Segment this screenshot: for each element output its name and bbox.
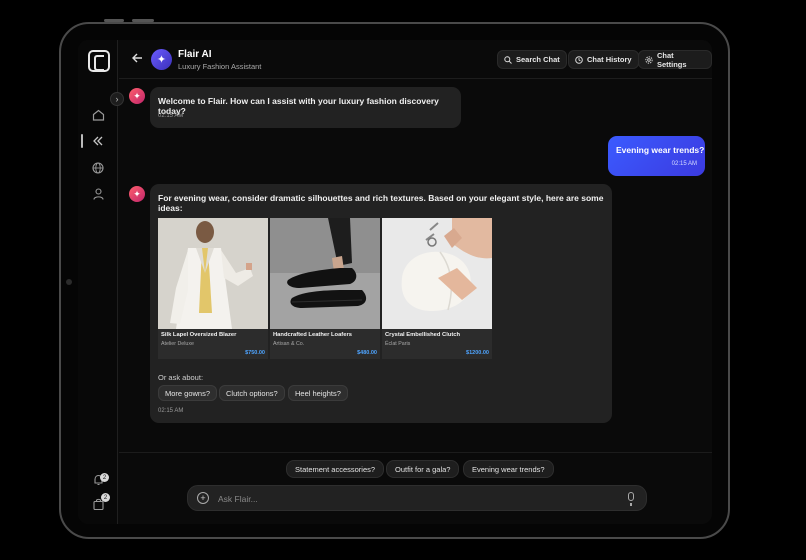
product-price: $1200.00 [466,350,489,356]
notification-icon[interactable] [78,471,118,489]
flair-logo[interactable] [88,50,110,72]
user-message: Evening wear trends? 02:15 AM [608,136,705,176]
chat-settings-label: Chat Settings [656,50,687,69]
sidebar: 2 2 [78,40,118,524]
user-icon[interactable] [78,185,118,203]
product-card[interactable]: Handcrafted Leather Loafers Artisan & Co… [270,218,380,359]
welcome-timestamp: 02:15 AM [158,113,184,119]
product-name: Handcrafted Leather Loafers [273,332,352,338]
chat-history-button[interactable]: Chat History [568,50,639,69]
product-brand: Éclat Paris [385,341,411,347]
product-card[interactable]: Silk Lapel Oversized Blazer Atelier Delu… [158,218,268,359]
home-icon[interactable] [78,106,118,124]
notification-badge: 2 [100,473,109,482]
tablet-button [104,19,124,22]
expand-sidebar-button[interactable]: › [110,92,124,106]
clock-icon [575,55,583,64]
chat-header: ✦ Flair AI Luxury Fashion Assistant Sear… [119,40,712,79]
product-card[interactable]: Crystal Embellished Clutch Éclat Paris $… [382,218,492,359]
loafers-image[interactable] [270,218,380,329]
chip-more-gowns[interactable]: More gowns? [158,385,218,401]
search-chat-label: Search Chat [516,55,560,64]
collapse-icon[interactable] [78,132,118,150]
suggestion-statement-accessories[interactable]: Statement accessories? [286,460,385,478]
product-price: $480.00 [357,350,377,356]
blazer-image[interactable] [158,218,268,329]
flair-avatar: ✦ [129,88,145,104]
user-message-timestamp: 02:15 AM [671,161,697,167]
product-name: Silk Lapel Oversized Blazer [161,332,237,338]
search-chat-button[interactable]: Search Chat [497,50,567,69]
chat-input[interactable] [218,492,598,506]
assistant-avatar: ✦ [151,49,172,70]
add-attachment-icon[interactable]: + [197,492,209,504]
shopping-bag-icon[interactable] [78,495,118,513]
chat-history-label: Chat History [587,55,632,64]
reply-timestamp: 02:15 AM [158,408,184,414]
product-price: $750.00 [245,350,265,356]
product-brand: Artisan & Co. [273,341,305,347]
user-message-text: Evening wear trends? [616,145,705,155]
flair-avatar: ✦ [129,186,145,202]
camera-dot [66,279,72,285]
chat-composer: + [187,485,647,511]
assistant-name: Flair AI [178,49,212,60]
suggestion-outfit-gala[interactable]: Outfit for a gala? [386,460,460,478]
suggestion-evening-wear[interactable]: Evening wear trends? [463,460,554,478]
welcome-message: Welcome to Flair. How can I assist with … [150,87,461,128]
bag-badge: 2 [101,493,110,502]
reply-message: For evening wear, consider dramatic silh… [150,184,612,423]
reply-text: For evening wear, consider dramatic silh… [158,193,604,213]
composer-divider [119,452,712,453]
search-icon [504,55,512,64]
chat-settings-button[interactable]: Chat Settings [638,50,712,69]
app-screen: 2 2 › ✦ Flair AI Luxury Fashion Assistan… [78,40,712,524]
product-carousel: Silk Lapel Oversized Blazer Atelier Delu… [158,218,492,359]
chip-heel-heights[interactable]: Heel heights? [288,385,348,401]
product-brand: Atelier Deluxe [161,341,194,347]
assistant-subtitle: Luxury Fashion Assistant [178,62,262,71]
gear-icon [645,55,653,64]
welcome-text: Welcome to Flair. How can I assist with … [158,96,439,116]
clutch-image[interactable] [382,218,492,329]
globe-icon[interactable] [78,159,118,177]
microphone-icon[interactable] [628,492,634,506]
product-name: Crystal Embellished Clutch [385,332,461,338]
chip-clutch-options[interactable]: Clutch options? [219,385,285,401]
back-arrow-icon[interactable] [131,51,143,67]
tablet-button [132,19,154,22]
ask-about-label: Or ask about: [158,373,204,382]
